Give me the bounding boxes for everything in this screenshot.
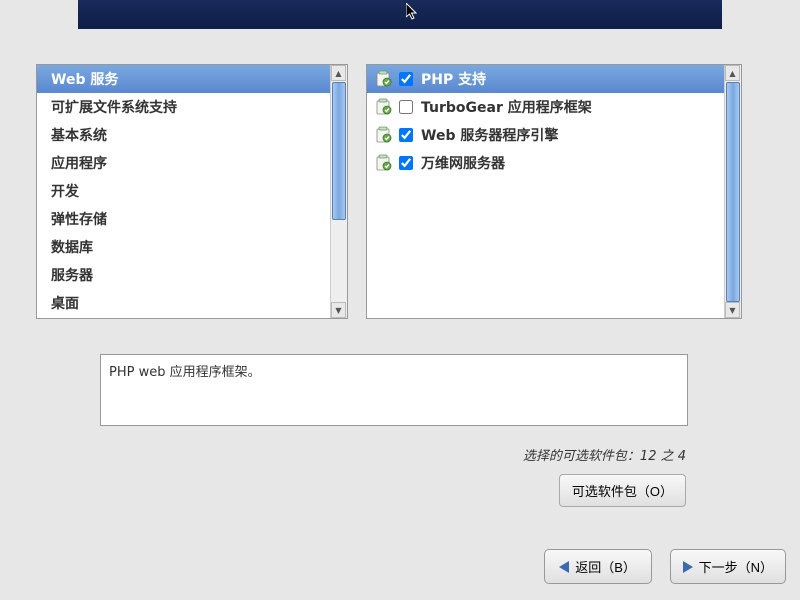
scroll-thumb[interactable] xyxy=(726,82,740,302)
optional-packages-button[interactable]: 可选软件包（O） xyxy=(559,474,686,507)
package-scrollbar[interactable]: ▲ ▼ xyxy=(724,65,741,318)
package-item[interactable]: Web 服务器程序引擎 xyxy=(367,121,724,149)
package-checkbox[interactable] xyxy=(399,156,413,170)
package-icon xyxy=(375,154,393,172)
package-list[interactable]: PHP 支持 TurboGear 应用程序框架 Web 服务器程序引擎万维网服务器 xyxy=(367,65,724,318)
package-checkbox[interactable] xyxy=(399,128,413,142)
category-panel: Web 服务可扩展文件系统支持基本系统应用程序开发弹性存储数据库服务器桌面 ▲ … xyxy=(36,64,348,319)
scroll-up-icon[interactable]: ▲ xyxy=(331,65,346,81)
next-button[interactable]: 下一步（N） xyxy=(670,549,786,584)
category-item[interactable]: 可扩展文件系统支持 xyxy=(37,93,330,121)
category-item[interactable]: 服务器 xyxy=(37,261,330,289)
scroll-up-icon[interactable]: ▲ xyxy=(725,65,740,81)
scroll-thumb[interactable] xyxy=(332,82,346,220)
scroll-down-icon[interactable]: ▼ xyxy=(725,302,740,318)
package-label: 万维网服务器 xyxy=(421,153,505,173)
category-item[interactable]: 应用程序 xyxy=(37,149,330,177)
package-item[interactable]: PHP 支持 xyxy=(367,65,724,93)
arrow-right-icon xyxy=(683,561,693,573)
status-text: 选择的可选软件包：12 之 4 xyxy=(523,445,686,464)
package-icon xyxy=(375,70,393,88)
description-textarea: PHP web 应用程序框架。 xyxy=(100,354,688,426)
category-item[interactable]: 开发 xyxy=(37,177,330,205)
package-label: TurboGear 应用程序框架 xyxy=(421,97,592,117)
installer-header xyxy=(78,0,722,29)
back-button[interactable]: 返回（B） xyxy=(544,549,652,584)
category-item[interactable]: 数据库 xyxy=(37,233,330,261)
category-item[interactable]: 弹性存储 xyxy=(37,205,330,233)
package-item[interactable]: TurboGear 应用程序框架 xyxy=(367,93,724,121)
package-item[interactable]: 万维网服务器 xyxy=(367,149,724,177)
package-icon xyxy=(375,98,393,116)
arrow-left-icon xyxy=(559,561,569,573)
package-panel: PHP 支持TurboGear 应用程序框架Web 服务器程序引擎万维网服务器 … xyxy=(366,64,742,319)
package-icon xyxy=(375,126,393,144)
category-item[interactable]: 桌面 xyxy=(37,289,330,317)
category-item[interactable]: Web 服务 xyxy=(37,65,330,93)
category-scrollbar[interactable]: ▲ ▼ xyxy=(330,65,347,318)
package-checkbox[interactable] xyxy=(399,72,413,86)
package-label: PHP 支持 xyxy=(421,69,486,89)
category-item[interactable]: 基本系统 xyxy=(37,121,330,149)
package-checkbox[interactable] xyxy=(399,100,413,114)
category-list[interactable]: Web 服务可扩展文件系统支持基本系统应用程序开发弹性存储数据库服务器桌面 xyxy=(37,65,330,318)
scroll-down-icon[interactable]: ▼ xyxy=(331,302,346,318)
package-label: Web 服务器程序引擎 xyxy=(421,125,558,145)
